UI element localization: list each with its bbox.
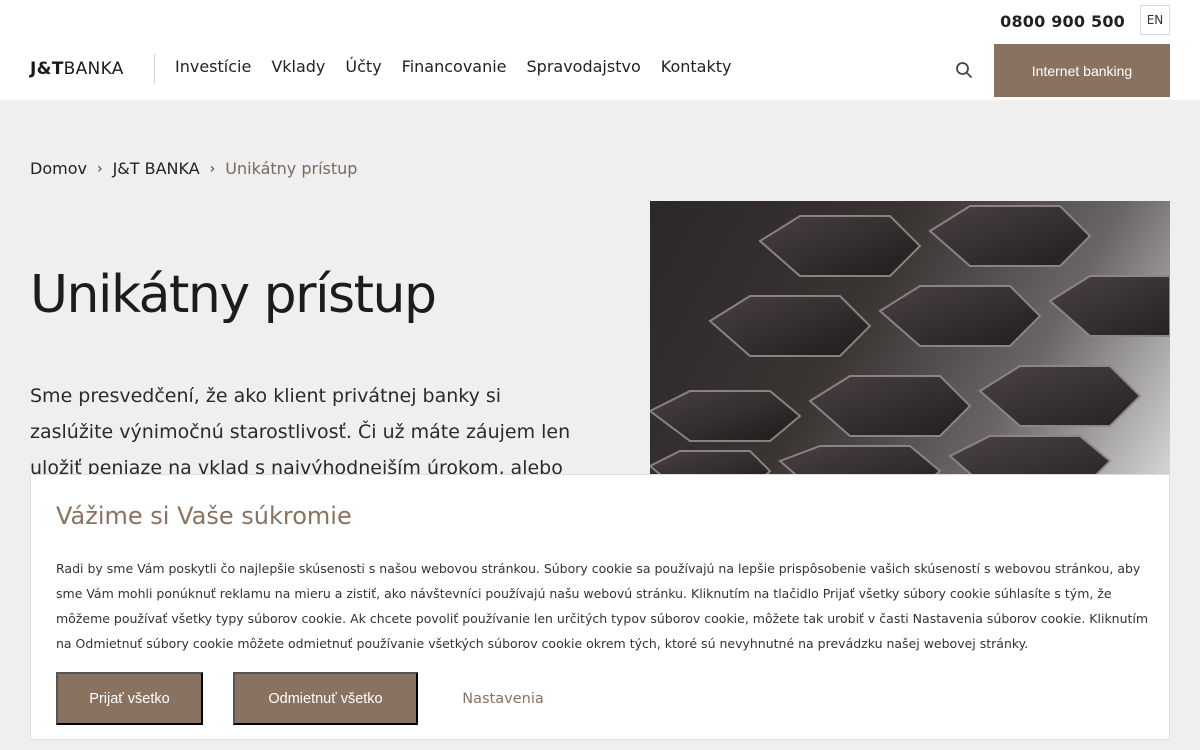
breadcrumb: Domov › J&T BANKA › Unikátny prístup — [30, 159, 357, 178]
nav-item-investicie[interactable]: Investície — [175, 57, 251, 76]
nav-item-spravodajstvo[interactable]: Spravodajstvo — [527, 57, 641, 76]
cookie-settings-link[interactable]: Nastavenia — [443, 672, 563, 725]
cookie-text: Radi by sme Vám poskytli čo najlepšie sk… — [56, 561, 1149, 651]
nav-item-kontakty[interactable]: Kontakty — [661, 57, 732, 76]
search-icon[interactable] — [955, 61, 973, 79]
breadcrumb-home[interactable]: Domov — [30, 159, 87, 178]
accept-all-button[interactable]: Prijať všetko — [56, 672, 203, 725]
phone-number[interactable]: 0800 900 500 — [1000, 12, 1125, 31]
nav-item-vklady[interactable]: Vklady — [271, 57, 325, 76]
chevron-right-icon: › — [209, 160, 216, 177]
hero-image — [650, 201, 1170, 481]
logo-jt: J&T — [30, 59, 64, 79]
cookie-title: Vážime si Vaše súkromie — [56, 502, 352, 530]
breadcrumb-jt-banka[interactable]: J&T BANKA — [113, 159, 200, 178]
logo-banka: BANKA — [63, 59, 124, 79]
site-header: 0800 900 500 EN J&TBANKA Investície Vkla… — [0, 0, 1200, 100]
reject-all-button[interactable]: Odmietnuť všetko — [233, 672, 418, 725]
nav-item-financovanie[interactable]: Financovanie — [402, 57, 507, 76]
cookie-banner: Vážime si Vaše súkromie Radi by sme Vám … — [30, 474, 1170, 740]
nav-item-ucty[interactable]: Účty — [345, 57, 381, 76]
logo[interactable]: J&TBANKA — [30, 59, 124, 79]
main-nav: Investície Vklady Účty Financovanie Spra… — [175, 57, 751, 76]
page-title: Unikátny prístup — [30, 265, 437, 325]
language-switch[interactable]: EN — [1140, 5, 1170, 35]
hexagon-pattern-image — [650, 205, 1170, 481]
internet-banking-button[interactable]: Internet banking — [994, 44, 1170, 97]
breadcrumb-current: Unikátny prístup — [225, 159, 358, 178]
chevron-right-icon: › — [96, 160, 103, 177]
logo-divider — [154, 54, 155, 84]
